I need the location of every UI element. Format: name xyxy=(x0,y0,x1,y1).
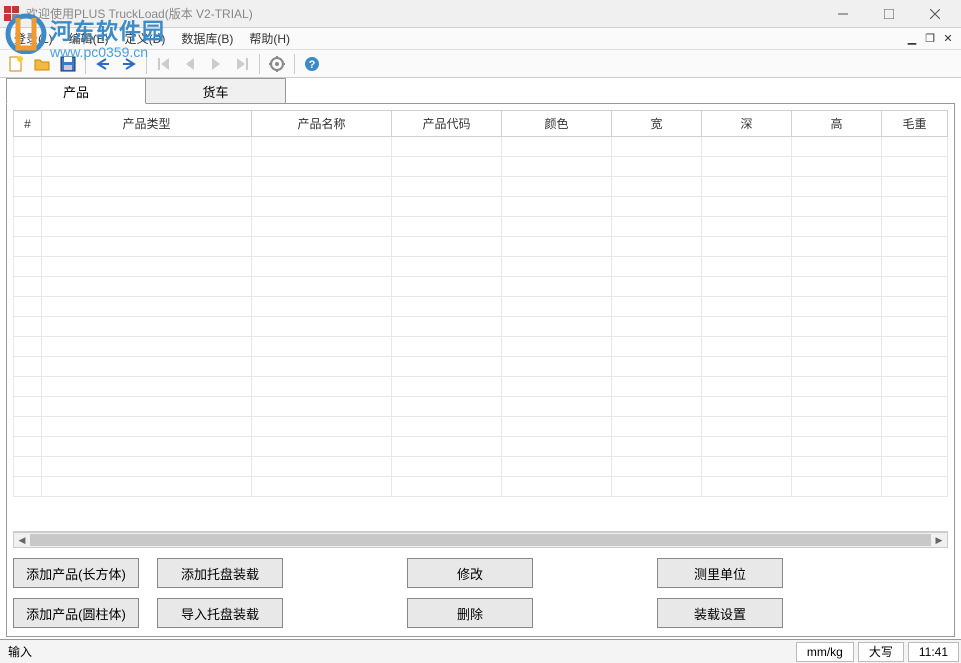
table-row[interactable] xyxy=(14,457,948,477)
save-icon xyxy=(59,55,77,73)
add-cylinder-button[interactable]: 添加产品(圆柱体) xyxy=(13,598,139,628)
close-button[interactable] xyxy=(913,2,957,26)
menubar: 登录(L) 编辑(E) 定义(D) 数据库(B) 帮助(H) ▁ ❐ ✕ xyxy=(0,28,961,50)
new-file-icon xyxy=(7,55,25,73)
mdi-restore-button[interactable]: ❐ xyxy=(923,32,937,46)
app-icon xyxy=(4,6,20,22)
delete-button[interactable]: 删除 xyxy=(407,598,533,628)
titlebar: 欢迎使用PLUS TruckLoad(版本 V2-TRIAL) xyxy=(0,0,961,28)
last-button[interactable] xyxy=(230,52,254,76)
table-body xyxy=(14,137,948,497)
tab-panel: # 产品类型 产品名称 产品代码 颜色 宽 深 高 毛重 xyxy=(6,103,955,637)
menu-edit[interactable]: 编辑(E) xyxy=(61,28,117,49)
separator xyxy=(85,54,86,74)
status-caps: 大写 xyxy=(858,642,904,662)
menu-define[interactable]: 定义(D) xyxy=(117,28,174,49)
table-container: # 产品类型 产品名称 产品代码 颜色 宽 深 高 毛重 xyxy=(13,110,948,532)
unit-button[interactable]: 测里单位 xyxy=(657,558,783,588)
status-time: 11:41 xyxy=(908,642,959,662)
separator xyxy=(259,54,260,74)
import-pallet-button[interactable]: 导入托盘装载 xyxy=(157,598,283,628)
prev-button[interactable] xyxy=(178,52,202,76)
add-pallet-button[interactable]: 添加托盘装载 xyxy=(157,558,283,588)
folder-open-icon xyxy=(33,55,51,73)
table-row[interactable] xyxy=(14,217,948,237)
product-table: # 产品类型 产品名称 产品代码 颜色 宽 深 高 毛重 xyxy=(13,110,948,497)
table-row[interactable] xyxy=(14,357,948,377)
menu-database[interactable]: 数据库(B) xyxy=(173,28,241,49)
last-icon xyxy=(233,55,251,73)
redo-button[interactable] xyxy=(117,52,141,76)
tabs: 产品 货车 xyxy=(6,78,955,104)
undo-button[interactable] xyxy=(91,52,115,76)
maximize-icon xyxy=(884,9,894,19)
scroll-right-icon[interactable]: ▶ xyxy=(931,533,947,547)
toolbar: ? xyxy=(0,50,961,78)
table-row[interactable] xyxy=(14,377,948,397)
help-button[interactable]: ? xyxy=(300,52,324,76)
first-icon xyxy=(155,55,173,73)
svg-text:?: ? xyxy=(309,59,316,71)
table-row[interactable] xyxy=(14,397,948,417)
col-name[interactable]: 产品名称 xyxy=(252,111,392,137)
menu-login[interactable]: 登录(L) xyxy=(6,28,61,49)
load-setting-button[interactable]: 装载设置 xyxy=(657,598,783,628)
save-button[interactable] xyxy=(56,52,80,76)
scroll-thumb[interactable] xyxy=(30,534,931,546)
next-button[interactable] xyxy=(204,52,228,76)
open-button[interactable] xyxy=(30,52,54,76)
modify-button[interactable]: 修改 xyxy=(407,558,533,588)
col-type[interactable]: 产品类型 xyxy=(42,111,252,137)
gear-icon xyxy=(268,55,286,73)
col-depth[interactable]: 深 xyxy=(702,111,792,137)
add-cuboid-button[interactable]: 添加产品(长方体) xyxy=(13,558,139,588)
settings-button[interactable] xyxy=(265,52,289,76)
separator xyxy=(294,54,295,74)
next-icon xyxy=(207,55,225,73)
table-row[interactable] xyxy=(14,337,948,357)
table-row[interactable] xyxy=(14,237,948,257)
status-unit: mm/kg xyxy=(796,642,854,662)
table-row[interactable] xyxy=(14,177,948,197)
minimize-button[interactable] xyxy=(821,2,865,26)
maximize-button[interactable] xyxy=(867,2,911,26)
table-row[interactable] xyxy=(14,277,948,297)
content-area: 产品 货车 # 产品类型 产品名称 产品代码 颜色 宽 xyxy=(6,78,955,637)
mdi-close-button[interactable]: ✕ xyxy=(941,32,955,46)
horizontal-scrollbar[interactable]: ◀ ▶ xyxy=(13,532,948,548)
table-row[interactable] xyxy=(14,437,948,457)
col-weight[interactable]: 毛重 xyxy=(882,111,948,137)
action-buttons: 添加产品(长方体) 添加托盘装载 修改 测里单位 添加产品(圆柱体) 导入托盘装… xyxy=(7,548,954,636)
new-button[interactable] xyxy=(4,52,28,76)
help-icon: ? xyxy=(303,55,321,73)
table-row[interactable] xyxy=(14,297,948,317)
mdi-minimize-button[interactable]: ▁ xyxy=(905,32,919,46)
tab-truck[interactable]: 货车 xyxy=(146,78,286,104)
arrow-right-icon xyxy=(120,55,138,73)
first-button[interactable] xyxy=(152,52,176,76)
tab-product[interactable]: 产品 xyxy=(6,78,146,104)
table-row[interactable] xyxy=(14,417,948,437)
arrow-left-icon xyxy=(94,55,112,73)
table-row[interactable] xyxy=(14,157,948,177)
table-row[interactable] xyxy=(14,317,948,337)
window-title: 欢迎使用PLUS TruckLoad(版本 V2-TRIAL) xyxy=(26,5,821,22)
close-icon xyxy=(930,9,940,19)
minimize-icon xyxy=(838,9,848,19)
prev-icon xyxy=(181,55,199,73)
table-row[interactable] xyxy=(14,137,948,157)
table-row[interactable] xyxy=(14,197,948,217)
status-input: 输入 xyxy=(2,642,792,662)
menu-help[interactable]: 帮助(H) xyxy=(241,28,298,49)
scroll-left-icon[interactable]: ◀ xyxy=(14,533,30,547)
col-code[interactable]: 产品代码 xyxy=(392,111,502,137)
statusbar: 输入 mm/kg 大写 11:41 xyxy=(0,639,961,663)
table-row[interactable] xyxy=(14,477,948,497)
col-height[interactable]: 高 xyxy=(792,111,882,137)
col-color[interactable]: 颜色 xyxy=(502,111,612,137)
separator xyxy=(146,54,147,74)
col-width[interactable]: 宽 xyxy=(612,111,702,137)
table-row[interactable] xyxy=(14,257,948,277)
col-num[interactable]: # xyxy=(14,111,42,137)
